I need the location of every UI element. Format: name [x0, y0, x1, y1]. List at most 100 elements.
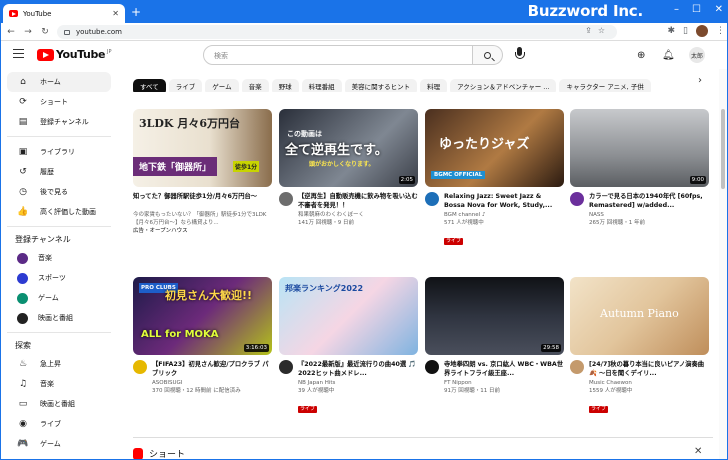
- thumb-text-main: 全て逆再生です。: [285, 143, 388, 158]
- filter-chip[interactable]: キャラクター アニメ, 子供: [559, 79, 651, 92]
- video-card[interactable]: Autumn Piano [24/7]秋の暮り本当に良いピアノ演奏曲 🍂 ～日を聞…: [570, 277, 709, 414]
- sidebar-item-label: 履歴: [40, 168, 54, 176]
- search-input[interactable]: 検索: [203, 45, 473, 65]
- hamburger-menu-icon[interactable]: [13, 49, 24, 58]
- sidebar-item-live[interactable]: ◉ ライブ: [7, 414, 111, 434]
- video-card[interactable]: 3LDK 月々6万円台 地下鉄「御器所」 徒歩1分知ってた？御器所駅徒歩1分/月々6…: [133, 109, 272, 236]
- filter-chip[interactable]: すべて: [133, 79, 166, 92]
- channel-name[interactable]: BGM channel ♪: [444, 211, 564, 219]
- filter-chip[interactable]: 料理番組: [301, 79, 342, 92]
- video-card[interactable]: 29:58 寺地拳四朗 vs. 京口紘人 WBC・WBA世界ライトフライ級王座..…: [425, 277, 564, 395]
- video-card[interactable]: 2:05 この動画は 全て逆再生です。 頭がおかしくなります。【逆再生】自動販売機に飲…: [279, 109, 418, 227]
- reload-icon[interactable]: ↻: [38, 27, 52, 37]
- channel-name[interactable]: NB Japan Hits: [298, 379, 418, 387]
- video-thumbnail[interactable]: ゆったりジャズ BGMC OFFICIAL: [425, 109, 564, 187]
- youtube-logo[interactable]: YouTube JP: [37, 48, 112, 61]
- video-thumbnail[interactable]: 3:16:03 PRO CLUBS 初見さん大歓迎!! ALL for MOKA: [133, 277, 272, 355]
- video-text: 寺地拳四朗 vs. 京口紘人 WBC・WBA世界ライトフライ級王座... FT N…: [444, 360, 564, 395]
- sidebar-subscription[interactable]: スポーツ: [7, 268, 111, 288]
- channel-name[interactable]: 和果朝麻のわくわくぼーく: [298, 211, 418, 219]
- sidebar-item-shorts[interactable]: ⟳ ショート: [7, 92, 111, 112]
- filter-chip[interactable]: 野球: [271, 79, 299, 92]
- video-thumbnail[interactable]: 2:05 この動画は 全て逆再生です。 頭がおかしくなります。: [279, 109, 418, 187]
- video-title[interactable]: 知ってた？御器所駅徒歩1分/月々6万円台～: [133, 192, 272, 210]
- channel-avatar[interactable]: [570, 360, 584, 374]
- channel-name[interactable]: ASOBISUGI: [152, 379, 272, 387]
- thumb-text-sub: 地下鉄「御器所」: [133, 157, 218, 176]
- channel-name[interactable]: NASS: [589, 211, 709, 219]
- sidepanel-icon[interactable]: ▯: [683, 26, 688, 36]
- thumb-text-main: Autumn Piano: [600, 307, 679, 320]
- sidebar-subscription[interactable]: 映画と番組: [7, 308, 111, 328]
- like-icon: 👍: [17, 207, 29, 217]
- sidebar-item-home[interactable]: ⌂ ホーム: [7, 72, 111, 92]
- extensions-icon[interactable]: ✱: [668, 26, 676, 36]
- channel-avatar[interactable]: [570, 192, 584, 206]
- scrollbar-thumb[interactable]: [721, 109, 725, 189]
- sidebar-item-history[interactable]: ↺ 履歴: [7, 162, 111, 182]
- profile-avatar[interactable]: [696, 25, 708, 37]
- filter-chip[interactable]: ライブ: [168, 79, 203, 92]
- channel-avatar[interactable]: [133, 360, 147, 374]
- video-card[interactable]: 3:16:03 PRO CLUBS 初見さん大歓迎!! ALL for MOKA 【FI…: [133, 277, 272, 395]
- video-card[interactable]: 9:00 カラーで見る日本の1940年代 [60fps, Remastered] …: [570, 109, 709, 227]
- account-avatar[interactable]: 太郎: [689, 47, 705, 63]
- video-thumbnail[interactable]: 9:00: [570, 109, 709, 187]
- sidebar-item-gaming[interactable]: 🎮 ゲーム: [7, 434, 111, 454]
- sidebar-item-music[interactable]: ♫ 音楽: [7, 374, 111, 394]
- address-actions-icon[interactable]: ⇪☆: [585, 26, 611, 35]
- filter-chip[interactable]: 美容に関するヒント: [344, 79, 418, 92]
- new-tab-button[interactable]: +: [131, 5, 141, 19]
- video-card[interactable]: ゆったりジャズ BGMC OFFICIAL Relaxing Jazz: Sweet…: [425, 109, 564, 246]
- sidebar-item-like[interactable]: 👍 高く評価した動画: [7, 202, 111, 222]
- shorts-close-icon[interactable]: ✕: [694, 446, 702, 457]
- video-title[interactable]: 寺地拳四朗 vs. 京口紘人 WBC・WBA世界ライトフライ級王座...: [444, 360, 564, 378]
- video-title[interactable]: 【FIFA23】初見さん歓迎/プロクラブ パブリック: [152, 360, 272, 378]
- bell-icon[interactable]: 🔔︎: [662, 50, 675, 61]
- sidebar-item-watch-later[interactable]: ◷ 後で見る: [7, 182, 111, 202]
- address-bar[interactable]: youtube.com ⇪☆: [57, 25, 617, 39]
- scrollbar[interactable]: [719, 69, 727, 459]
- sidebar-subscription[interactable]: 音楽: [7, 248, 111, 268]
- minimize-icon[interactable]: –: [674, 4, 679, 15]
- filter-chip[interactable]: アクション＆アドベンチャー ...: [450, 79, 557, 92]
- video-meta: 【FIFA23】初見さん歓迎/プロクラブ パブリック ASOBISUGI 370 回…: [133, 360, 272, 395]
- filter-chip[interactable]: 音楽: [241, 79, 269, 92]
- channel-avatar[interactable]: [425, 360, 439, 374]
- filter-chip[interactable]: ゲーム: [205, 79, 239, 92]
- search-button[interactable]: [473, 45, 503, 65]
- channel-avatar[interactable]: [279, 360, 293, 374]
- browser-tab[interactable]: YouTube ✕: [3, 4, 125, 23]
- tab-close-icon[interactable]: ✕: [112, 9, 119, 18]
- sidebar-item-trending[interactable]: ♨ 急上昇: [7, 354, 111, 374]
- back-icon[interactable]: ←: [4, 27, 18, 37]
- video-title[interactable]: カラーで見る日本の1940年代 [60fps, Remastered] w/ad…: [589, 192, 709, 210]
- video-thumbnail[interactable]: Autumn Piano: [570, 277, 709, 355]
- create-icon[interactable]: ⊕: [637, 50, 645, 61]
- youtube-play-icon: [37, 48, 54, 61]
- channel-avatar[interactable]: [425, 192, 439, 206]
- forward-icon[interactable]: →: [21, 27, 35, 37]
- sidebar-subscription[interactable]: ゲーム: [7, 288, 111, 308]
- video-stats: 141万 回視聴・9 日前: [298, 220, 354, 226]
- filter-chip[interactable]: 料理: [420, 79, 448, 92]
- video-thumbnail[interactable]: 3LDK 月々6万円台 地下鉄「御器所」 徒歩1分: [133, 109, 272, 187]
- channel-name[interactable]: Music Chaewon: [589, 379, 709, 387]
- voice-search-icon[interactable]: [513, 47, 525, 63]
- window-close-icon[interactable]: ✕: [715, 4, 723, 15]
- video-thumbnail[interactable]: 29:58: [425, 277, 564, 355]
- video-title[interactable]: [24/7]秋の暮り本当に良いピアノ演奏曲 🍂 ～日を聞くデイリ...: [589, 360, 709, 378]
- video-title[interactable]: Relaxing Jazz: Sweet Jazz & Bossa Nova f…: [444, 192, 564, 210]
- sidebar-item-subscriptions[interactable]: ▤ 登録チャンネル: [7, 112, 111, 132]
- video-card[interactable]: 邦楽ランキング2022 『2022最新版』最近流行りの曲40選 🎵 2022ヒット…: [279, 277, 418, 414]
- sidebar-item-movies[interactable]: ▭ 映画と番組: [7, 394, 111, 414]
- sidebar-item-library[interactable]: ▣ ライブラリ: [7, 142, 111, 162]
- video-title[interactable]: 『2022最新版』最近流行りの曲40選 🎵 2022ヒット曲メドレ...: [298, 360, 418, 378]
- browser-menu-icon[interactable]: ⋮: [716, 26, 725, 36]
- video-thumbnail[interactable]: 邦楽ランキング2022: [279, 277, 418, 355]
- channel-avatar[interactable]: [279, 192, 293, 206]
- chips-next-icon[interactable]: ›: [698, 75, 702, 86]
- video-title[interactable]: 【逆再生】自動販売機に飲み物を吸い込む不審者を発見！！: [298, 192, 418, 210]
- channel-name[interactable]: FT Nippon: [444, 379, 564, 387]
- maximize-icon[interactable]: ☐: [692, 4, 701, 15]
